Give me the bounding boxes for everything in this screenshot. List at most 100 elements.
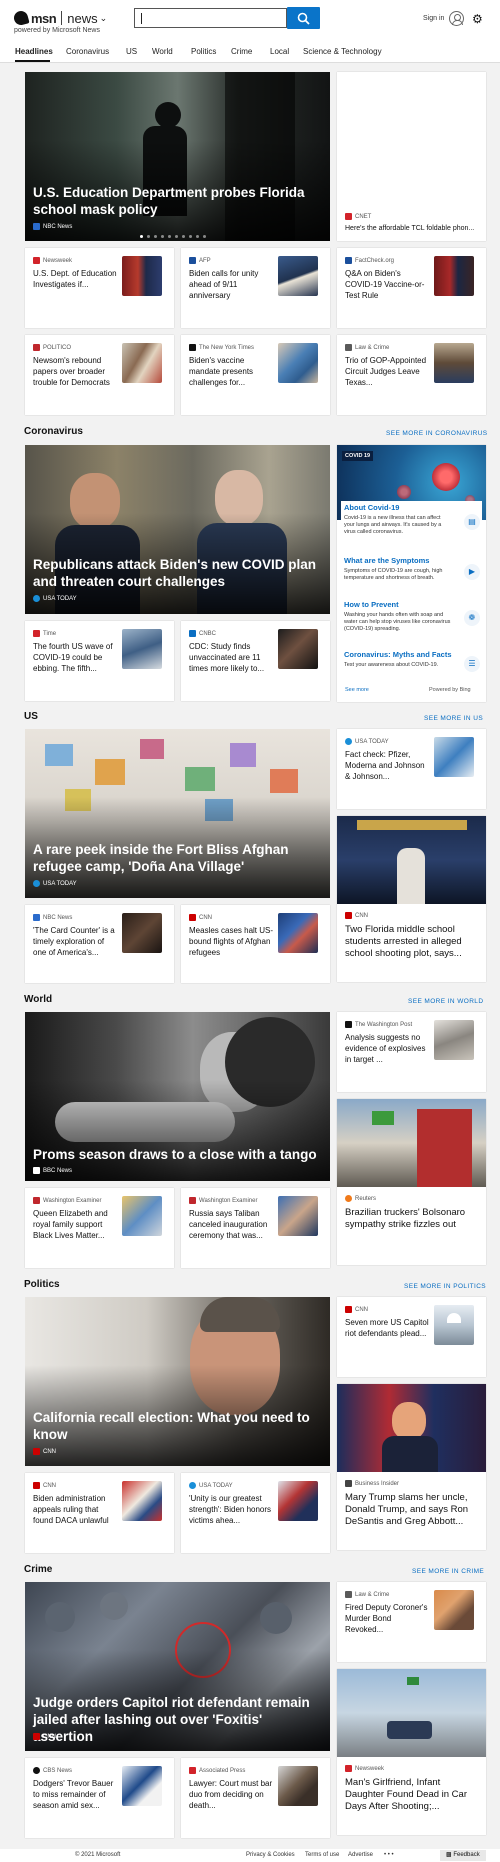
tab-coronavirus[interactable]: Coronavirus [66, 47, 109, 56]
covid-item-heading[interactable]: What are the Symptoms [344, 556, 429, 565]
news-card[interactable]: Washington Examiner Russia says Taliban … [181, 1188, 330, 1268]
card-title[interactable]: Lawyer: Court must bar duo from deciding… [189, 1778, 274, 1811]
news-card[interactable]: USA TODAY 'Unity is our greatest strengt… [181, 1473, 330, 1553]
card-title[interactable]: Trio of GOP-Appointed Circuit Judges Lea… [345, 355, 430, 388]
covid-prevent-item[interactable]: How to Prevent Washing your hands often … [341, 598, 482, 638]
gear-icon[interactable]: ⚙ [472, 13, 483, 25]
see-more-world-link[interactable]: SEE MORE IN WORLD [408, 998, 483, 1005]
covid-symptoms-item[interactable]: What are the Symptoms Symptoms of COVID-… [341, 554, 482, 589]
tab-crime[interactable]: Crime [231, 47, 252, 56]
card-title[interactable]: Dodgers' Trevor Bauer to miss remainder … [33, 1778, 118, 1811]
carousel-dot[interactable] [147, 235, 150, 238]
card-title[interactable]: Biden administration appeals ruling that… [33, 1493, 118, 1526]
tab-politics[interactable]: Politics [191, 47, 216, 56]
crime-hero-title[interactable]: Judge orders Capitol riot defendant rema… [33, 1694, 323, 1745]
card-title[interactable]: The fourth US wave of COVID-19 could be … [33, 641, 118, 674]
headline-hero-card[interactable]: U.S. Education Department probes Florida… [25, 72, 330, 241]
card-title[interactable]: Man's Girlfriend, Infant Daughter Found … [345, 1777, 480, 1813]
news-card[interactable]: Newsweek U.S. Dept. of Education Investi… [25, 248, 174, 328]
card-title[interactable]: Two Florida middle school students arres… [345, 924, 480, 960]
carousel-dot[interactable] [175, 235, 178, 238]
headline-side-card[interactable]: CNET Here's the affordable TCL foldable … [337, 72, 486, 241]
crime-hero-card[interactable]: Judge orders Capitol riot defendant rema… [25, 1582, 330, 1751]
news-card[interactable]: USA TODAY Fact check: Pfizer, Moderna an… [337, 729, 486, 809]
card-title[interactable]: Queen Elizabeth and royal family support… [33, 1208, 118, 1241]
carousel-dot[interactable] [140, 235, 143, 238]
card-title[interactable]: Biden calls for unity ahead of 9/11 anni… [189, 268, 274, 301]
news-card[interactable]: AFP Biden calls for unity ahead of 9/11 … [181, 248, 330, 328]
news-card-large[interactable]: CNN Two Florida middle school students a… [337, 816, 486, 982]
news-card[interactable]: The Washington Post Analysis suggests no… [337, 1012, 486, 1092]
terms-link[interactable]: Terms of use [305, 1852, 339, 1858]
tab-local[interactable]: Local [270, 47, 289, 56]
covid-myths-item[interactable]: Coronavirus: Myths and Facts Test your a… [341, 648, 482, 678]
headline-hero-title[interactable]: U.S. Education Department probes Florida… [33, 184, 313, 218]
sign-in-link[interactable]: Sign in [423, 15, 444, 22]
covid-about-item[interactable]: About Covid-19 Covid-19 is a new illness… [341, 501, 482, 543]
politics-hero-card[interactable]: California recall election: What you nee… [25, 1297, 330, 1466]
card-title[interactable]: CDC: Study finds unvaccinated are 11 tim… [189, 641, 274, 674]
tab-world[interactable]: World [152, 47, 173, 56]
news-card[interactable]: Law & Crime Fired Deputy Coroner's Murde… [337, 1582, 486, 1662]
carousel-dots[interactable] [140, 235, 210, 238]
card-title[interactable]: Measles cases halt US-bound flights of A… [189, 925, 274, 958]
card-title[interactable]: Biden's vaccine mandate presents challen… [189, 355, 274, 388]
us-hero-card[interactable]: A rare peek inside the Fort Bliss Afghan… [25, 729, 330, 898]
news-card-large[interactable]: Reuters Brazilian truckers' Bolsonaro sy… [337, 1099, 486, 1265]
card-title[interactable]: Q&A on Biden's COVID-19 Vaccine-or-Test … [345, 268, 430, 301]
politics-hero-title[interactable]: California recall election: What you nee… [33, 1409, 313, 1443]
card-title[interactable]: Analysis suggests no evidence of explosi… [345, 1032, 430, 1065]
tab-science-technology[interactable]: Science & Technology [303, 47, 382, 56]
card-title[interactable]: U.S. Dept. of Education Investigates if.… [33, 268, 118, 290]
coronavirus-hero-title[interactable]: Republicans attack Biden's new COVID pla… [33, 556, 323, 590]
news-card[interactable]: CBS News Dodgers' Trevor Bauer to miss r… [25, 1758, 174, 1838]
side-card-title[interactable]: Here's the affordable TCL foldable phon.… [345, 224, 485, 233]
news-card[interactable]: POLITICO Newsom's rebound papers over br… [25, 335, 174, 415]
carousel-dot[interactable] [168, 235, 171, 238]
us-hero-title[interactable]: A rare peek inside the Fort Bliss Afghan… [33, 841, 323, 875]
msn-news-logo[interactable]: msn news ⌄ [12, 8, 108, 28]
carousel-dot[interactable] [161, 235, 164, 238]
news-card[interactable]: CNBC CDC: Study finds unvaccinated are 1… [181, 621, 330, 701]
covid-see-more-link[interactable]: See more [345, 687, 369, 693]
world-hero-card[interactable]: Proms season draws to a close with a tan… [25, 1012, 330, 1181]
news-card[interactable]: Associated Press Lawyer: Court must bar … [181, 1758, 330, 1838]
news-card-large[interactable]: Newsweek Man's Girlfriend, Infant Daught… [337, 1669, 486, 1835]
card-title[interactable]: Seven more US Capitol riot defendants pl… [345, 1317, 430, 1339]
tab-headlines[interactable]: Headlines [15, 47, 53, 56]
see-more-politics-link[interactable]: SEE MORE IN POLITICS [404, 1283, 486, 1290]
covid-item-heading[interactable]: About Covid-19 [344, 503, 399, 512]
news-card-large[interactable]: Business Insider Mary Trump slams her un… [337, 1384, 486, 1550]
search-button[interactable] [287, 7, 320, 29]
news-card[interactable]: CNN Seven more US Capitol riot defendant… [337, 1297, 486, 1377]
covid-item-heading[interactable]: How to Prevent [344, 600, 399, 609]
news-card[interactable]: The New York Times Biden's vaccine manda… [181, 335, 330, 415]
carousel-dot[interactable] [196, 235, 199, 238]
news-card[interactable]: CNN Measles cases halt US-bound flights … [181, 905, 330, 983]
search-input[interactable] [134, 8, 287, 28]
privacy-link[interactable]: Privacy & Cookies [246, 1852, 295, 1858]
feedback-button[interactable]: ▩ Feedback [440, 1850, 486, 1861]
carousel-dot[interactable] [182, 235, 185, 238]
news-card[interactable]: Time The fourth US wave of COVID-19 coul… [25, 621, 174, 701]
news-card[interactable]: NBC News 'The Card Counter' is a timely … [25, 905, 174, 983]
more-options-icon[interactable]: • • • [384, 1852, 394, 1858]
card-title[interactable]: Russia says Taliban canceled inauguratio… [189, 1208, 274, 1241]
card-title[interactable]: 'Unity is our greatest strength': Biden … [189, 1493, 274, 1526]
coronavirus-hero-card[interactable]: Republicans attack Biden's new COVID pla… [25, 445, 330, 614]
see-more-us-link[interactable]: SEE MORE IN US [424, 715, 483, 722]
chevron-down-icon[interactable]: ⌄ [100, 13, 108, 24]
tab-us[interactable]: US [126, 47, 137, 56]
card-title[interactable]: Fact check: Pfizer, Moderna and Johnson … [345, 749, 430, 782]
see-more-crime-link[interactable]: SEE MORE IN CRIME [412, 1568, 484, 1575]
covid-item-heading[interactable]: Coronavirus: Myths and Facts [344, 650, 452, 659]
card-title[interactable]: Fired Deputy Coroner's Murder Bond Revok… [345, 1602, 430, 1635]
news-card[interactable]: CNN Biden administration appeals ruling … [25, 1473, 174, 1553]
see-more-coronavirus-link[interactable]: SEE MORE IN CORONAVIRUS [386, 430, 488, 437]
avatar-icon[interactable] [449, 11, 464, 26]
news-card[interactable]: FactCheck.org Q&A on Biden's COVID-19 Va… [337, 248, 486, 328]
news-card[interactable]: Washington Examiner Queen Elizabeth and … [25, 1188, 174, 1268]
card-title[interactable]: Newsom's rebound papers over broader tro… [33, 355, 118, 388]
advertise-link[interactable]: Advertise [348, 1852, 373, 1858]
news-card[interactable]: Law & Crime Trio of GOP-Appointed Circui… [337, 335, 486, 415]
